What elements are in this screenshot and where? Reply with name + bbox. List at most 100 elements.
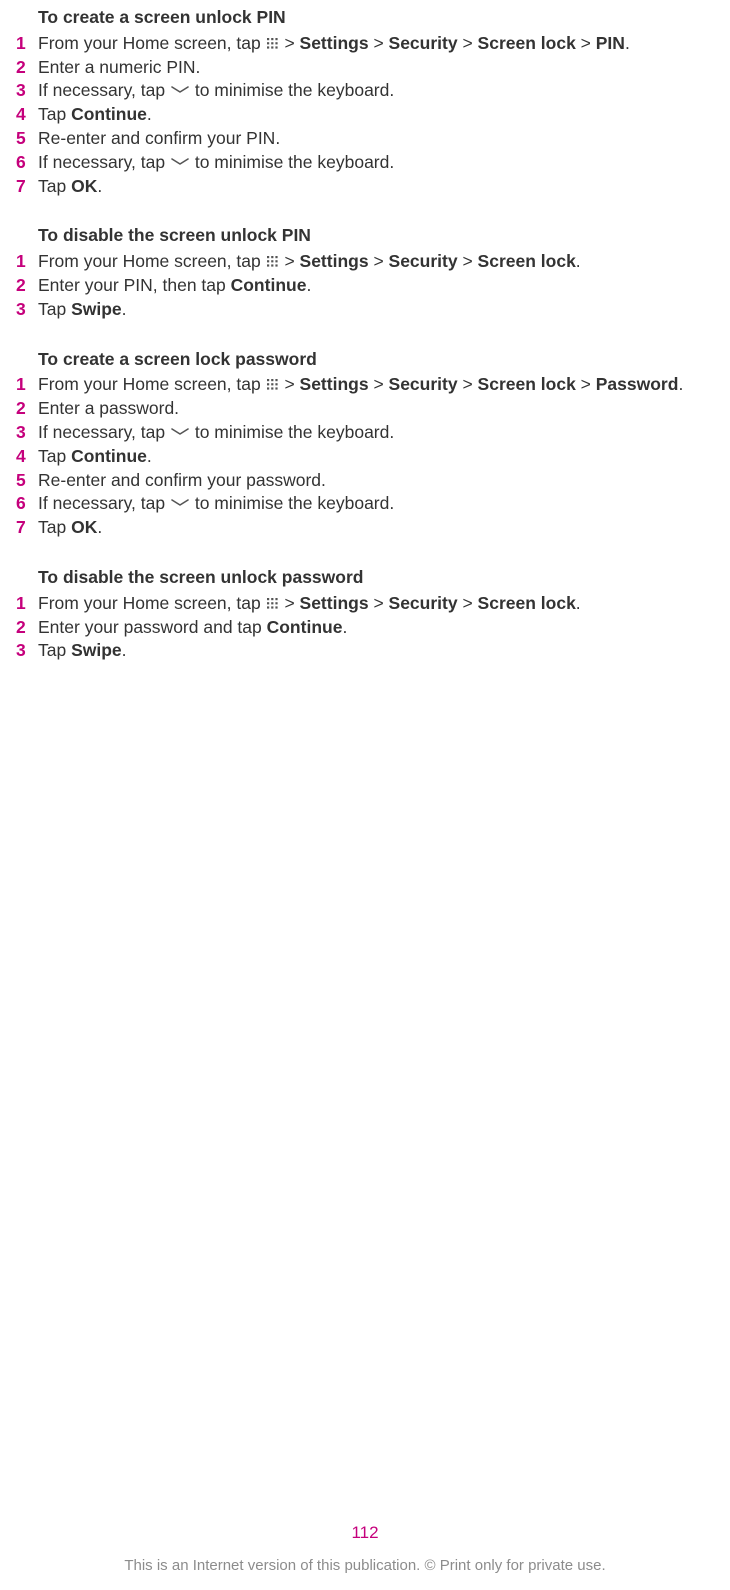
step-text: > (576, 374, 596, 394)
step-item: From your Home screen, tap > Settings > … (16, 373, 720, 397)
chevron-down-icon (170, 427, 190, 437)
bold-text: Screen lock (478, 33, 576, 53)
step-text: If necessary, tap (38, 80, 170, 100)
step-list: From your Home screen, tap > Settings > … (16, 250, 720, 321)
chevron-down-icon (170, 498, 190, 508)
step-list: From your Home screen, tap > Settings > … (16, 373, 720, 540)
step-text: Tap (38, 176, 71, 196)
step-text: . (625, 33, 630, 53)
apps-icon (266, 378, 280, 392)
bold-text: Settings (300, 374, 369, 394)
bold-text: Swipe (71, 299, 122, 319)
step-item: Tap Swipe. (16, 639, 720, 663)
step-text: to minimise the keyboard. (190, 422, 394, 442)
bold-text: Continue (267, 617, 343, 637)
step-item: Enter a numeric PIN. (16, 56, 720, 80)
bold-text: Screen lock (478, 251, 576, 271)
step-text: to minimise the keyboard. (190, 493, 394, 513)
step-text: . (97, 517, 102, 537)
step-text: > (280, 33, 300, 53)
step-item: Tap Continue. (16, 445, 720, 469)
step-text: . (576, 251, 581, 271)
bold-text: Settings (300, 33, 369, 53)
step-text: > (369, 251, 389, 271)
step-text: . (122, 299, 127, 319)
step-text: If necessary, tap (38, 422, 170, 442)
step-text: Tap (38, 299, 71, 319)
bold-text: Password (596, 374, 679, 394)
section-title: To create a screen lock password (38, 348, 720, 372)
step-text: . (306, 275, 311, 295)
section-title: To disable the screen unlock password (38, 566, 720, 590)
step-text: to minimise the keyboard. (190, 152, 394, 172)
step-text: From your Home screen, tap (38, 33, 266, 53)
bold-text: Security (389, 33, 458, 53)
page-number: 112 (0, 1521, 730, 1544)
step-list: From your Home screen, tap > Settings > … (16, 32, 720, 199)
step-text: > (280, 593, 300, 613)
step-text: > (576, 33, 596, 53)
bold-text: Screen lock (478, 374, 576, 394)
chevron-down-icon (170, 157, 190, 167)
step-text: > (458, 593, 478, 613)
apps-icon (266, 37, 280, 51)
step-text: . (147, 446, 152, 466)
bold-text: Swipe (71, 640, 122, 660)
step-text: . (97, 176, 102, 196)
step-item: Tap Continue. (16, 103, 720, 127)
step-text: If necessary, tap (38, 152, 170, 172)
step-text: > (458, 33, 478, 53)
step-item: Enter a password. (16, 397, 720, 421)
step-item: From your Home screen, tap > Settings > … (16, 32, 720, 56)
step-list: From your Home screen, tap > Settings > … (16, 592, 720, 663)
section-title: To disable the screen unlock PIN (38, 224, 720, 248)
step-item: If necessary, tap to minimise the keyboa… (16, 151, 720, 175)
step-text: . (147, 104, 152, 124)
step-item: Re-enter and confirm your password. (16, 469, 720, 493)
step-item: Tap OK. (16, 175, 720, 199)
step-text: Enter your password and tap (38, 617, 267, 637)
bold-text: OK (71, 517, 97, 537)
footer-note: This is an Internet version of this publ… (0, 1556, 730, 1576)
bold-text: Security (389, 593, 458, 613)
step-text: Enter a password. (38, 398, 179, 418)
step-text: > (369, 33, 389, 53)
step-text: to minimise the keyboard. (190, 80, 394, 100)
step-item: From your Home screen, tap > Settings > … (16, 250, 720, 274)
step-text: From your Home screen, tap (38, 374, 266, 394)
step-item: Tap OK. (16, 516, 720, 540)
bold-text: Continue (71, 446, 147, 466)
step-text: From your Home screen, tap (38, 593, 266, 613)
apps-icon (266, 597, 280, 611)
step-item: Tap Swipe. (16, 298, 720, 322)
step-text: . (122, 640, 127, 660)
bold-text: OK (71, 176, 97, 196)
document-body: To create a screen unlock PINFrom your H… (0, 0, 730, 663)
bold-text: PIN (596, 33, 625, 53)
step-text: > (458, 374, 478, 394)
step-text: Tap (38, 640, 71, 660)
step-text: . (576, 593, 581, 613)
step-item: Enter your password and tap Continue. (16, 616, 720, 640)
bold-text: Settings (300, 593, 369, 613)
step-item: If necessary, tap to minimise the keyboa… (16, 421, 720, 445)
step-text: Enter a numeric PIN. (38, 57, 200, 77)
step-text: If necessary, tap (38, 493, 170, 513)
step-item: If necessary, tap to minimise the keyboa… (16, 79, 720, 103)
step-text: From your Home screen, tap (38, 251, 266, 271)
bold-text: Continue (231, 275, 307, 295)
step-text: Tap (38, 104, 71, 124)
step-item: Re-enter and confirm your PIN. (16, 127, 720, 151)
step-item: If necessary, tap to minimise the keyboa… (16, 492, 720, 516)
step-text: . (342, 617, 347, 637)
chevron-down-icon (170, 85, 190, 95)
bold-text: Security (389, 251, 458, 271)
step-item: Enter your PIN, then tap Continue. (16, 274, 720, 298)
step-text: > (280, 251, 300, 271)
step-text: Enter your PIN, then tap (38, 275, 231, 295)
step-text: > (369, 374, 389, 394)
step-text: . (678, 374, 683, 394)
bold-text: Settings (300, 251, 369, 271)
bold-text: Security (389, 374, 458, 394)
section-title: To create a screen unlock PIN (38, 6, 720, 30)
